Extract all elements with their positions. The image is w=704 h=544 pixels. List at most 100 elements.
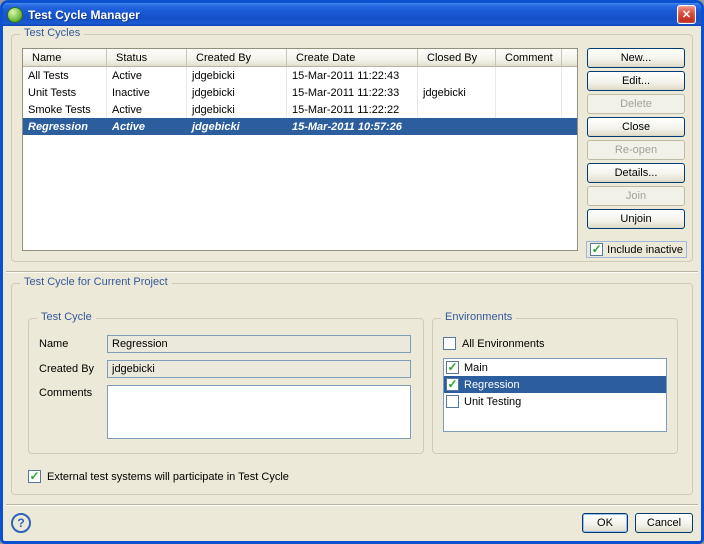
close-button[interactable]: ✕: [677, 5, 696, 24]
test-cycle-subgroup: Test Cycle Name Created By Comments: [28, 318, 424, 454]
column-header-create-date[interactable]: Create Date: [287, 49, 418, 67]
env-item-main[interactable]: ✓ Main: [444, 359, 666, 376]
env-item-regression[interactable]: ✓ Regression: [444, 376, 666, 393]
cell-status: Active: [107, 101, 187, 118]
environments-subgroup-label: Environments: [441, 311, 516, 323]
include-inactive-label: Include inactive: [607, 244, 683, 256]
check-icon: ✓: [447, 378, 457, 390]
cell-name: Regression: [23, 118, 107, 135]
cell-comment: [496, 118, 562, 135]
cell-comment: [496, 67, 562, 84]
cell-name: All Tests: [23, 67, 107, 84]
table-row-smoke-tests[interactable]: Smoke Tests Active jdgebicki 15-Mar-2011…: [23, 101, 577, 118]
cell-name: Smoke Tests: [23, 101, 107, 118]
include-inactive-checkbox[interactable]: ✓ Include inactive: [586, 241, 687, 258]
cell-create-date: 15-Mar-2011 11:22:22: [287, 101, 418, 118]
current-project-group: Test Cycle for Current Project Test Cycl…: [11, 283, 693, 495]
cancel-button[interactable]: Cancel: [635, 513, 693, 533]
cell-closed-by: [418, 67, 496, 84]
title-bar[interactable]: Test Cycle Manager ✕: [3, 3, 701, 26]
action-button-column: New... Edit... Delete Close Re-open Deta…: [587, 48, 685, 229]
checkbox: ✓: [446, 361, 459, 374]
checkbox: ✓: [590, 243, 603, 256]
test-cycle-manager-dialog: Test Cycle Manager ✕ Test Cycles Name St…: [0, 0, 704, 544]
close-icon: ✕: [682, 8, 691, 21]
app-icon: [7, 7, 23, 23]
help-button[interactable]: ?: [11, 513, 31, 533]
all-environments-label: All Environments: [462, 338, 545, 350]
table-row-all-tests[interactable]: All Tests Active jdgebicki 15-Mar-2011 1…: [23, 67, 577, 84]
cell-status: Inactive: [107, 84, 187, 101]
cell-closed-by: [418, 118, 496, 135]
check-icon: ✓: [29, 470, 39, 482]
checkbox: ✓: [443, 337, 456, 350]
test-cycles-group-label: Test Cycles: [20, 27, 84, 39]
cell-filler: [562, 101, 577, 118]
cell-closed-by: jdgebicki: [418, 84, 496, 101]
column-header-created-by[interactable]: Created By: [187, 49, 287, 67]
help-icon: ?: [17, 516, 24, 530]
cell-created-by: jdgebicki: [187, 101, 287, 118]
cell-created-by: jdgebicki: [187, 118, 287, 135]
test-cycles-table: Name Status Created By Create Date Close…: [22, 48, 578, 251]
created-by-field[interactable]: [107, 360, 411, 378]
environments-list: ✓ Main ✓ Regression ✓: [443, 358, 667, 432]
created-by-label: Created By: [39, 363, 103, 375]
external-systems-checkbox[interactable]: ✓ External test systems will participate…: [28, 468, 289, 485]
env-item-label: Regression: [464, 379, 520, 391]
cell-create-date: 15-Mar-2011 11:22:43: [287, 67, 418, 84]
name-label: Name: [39, 338, 103, 350]
column-header-status[interactable]: Status: [107, 49, 187, 67]
column-header-filler: [562, 49, 577, 67]
edit-button[interactable]: Edit...: [587, 71, 685, 91]
join-button: Join: [587, 186, 685, 206]
reopen-button: Re-open: [587, 140, 685, 160]
column-header-name[interactable]: Name: [23, 49, 107, 67]
checkbox: ✓: [446, 395, 459, 408]
checkbox: ✓: [28, 470, 41, 483]
cell-name: Unit Tests: [23, 84, 107, 101]
current-project-group-label: Test Cycle for Current Project: [20, 276, 172, 288]
unjoin-button[interactable]: Unjoin: [587, 209, 685, 229]
check-icon: ✓: [592, 243, 602, 255]
close-cycle-button[interactable]: Close: [587, 117, 685, 137]
cell-created-by: jdgebicki: [187, 67, 287, 84]
cell-created-by: jdgebicki: [187, 84, 287, 101]
footer: ? OK Cancel: [11, 512, 693, 534]
test-cycle-subgroup-label: Test Cycle: [37, 311, 96, 323]
column-header-closed-by[interactable]: Closed By: [418, 49, 496, 67]
new-button[interactable]: New...: [587, 48, 685, 68]
table-header: Name Status Created By Create Date Close…: [23, 49, 577, 67]
divider: [6, 271, 698, 273]
dialog-body: Test Cycles Name Status Created By Creat…: [3, 26, 701, 541]
details-button[interactable]: Details...: [587, 163, 685, 183]
cell-closed-by: [418, 101, 496, 118]
table-row-regression[interactable]: Regression Active jdgebicki 15-Mar-2011 …: [23, 118, 577, 135]
cell-comment: [496, 101, 562, 118]
window-title: Test Cycle Manager: [28, 8, 140, 22]
env-item-label: Main: [464, 362, 488, 374]
ok-button[interactable]: OK: [582, 513, 628, 533]
env-item-label: Unit Testing: [464, 396, 521, 408]
all-environments-checkbox[interactable]: ✓ All Environments: [443, 335, 667, 352]
comments-label: Comments: [39, 385, 103, 399]
test-cycles-group: Test Cycles Name Status Created By Creat…: [11, 34, 693, 262]
environments-subgroup: Environments ✓ All Environments ✓: [432, 318, 678, 454]
column-header-comment[interactable]: Comment: [496, 49, 562, 67]
cell-comment: [496, 84, 562, 101]
table-row-unit-tests[interactable]: Unit Tests Inactive jdgebicki 15-Mar-201…: [23, 84, 577, 101]
test-cycle-form: Name Created By Comments: [39, 335, 411, 439]
cell-status: Active: [107, 118, 187, 135]
delete-button: Delete: [587, 94, 685, 114]
comments-field[interactable]: [107, 385, 411, 439]
name-field[interactable]: [107, 335, 411, 353]
env-item-unit-testing[interactable]: ✓ Unit Testing: [444, 393, 666, 410]
cell-status: Active: [107, 67, 187, 84]
cell-filler: [562, 118, 577, 135]
checkbox: ✓: [446, 378, 459, 391]
environments-body: ✓ All Environments ✓ Main: [443, 335, 667, 432]
cell-filler: [562, 67, 577, 84]
cell-create-date: 15-Mar-2011 11:22:33: [287, 84, 418, 101]
check-icon: ✓: [447, 361, 457, 373]
external-systems-label: External test systems will participate i…: [47, 471, 289, 483]
